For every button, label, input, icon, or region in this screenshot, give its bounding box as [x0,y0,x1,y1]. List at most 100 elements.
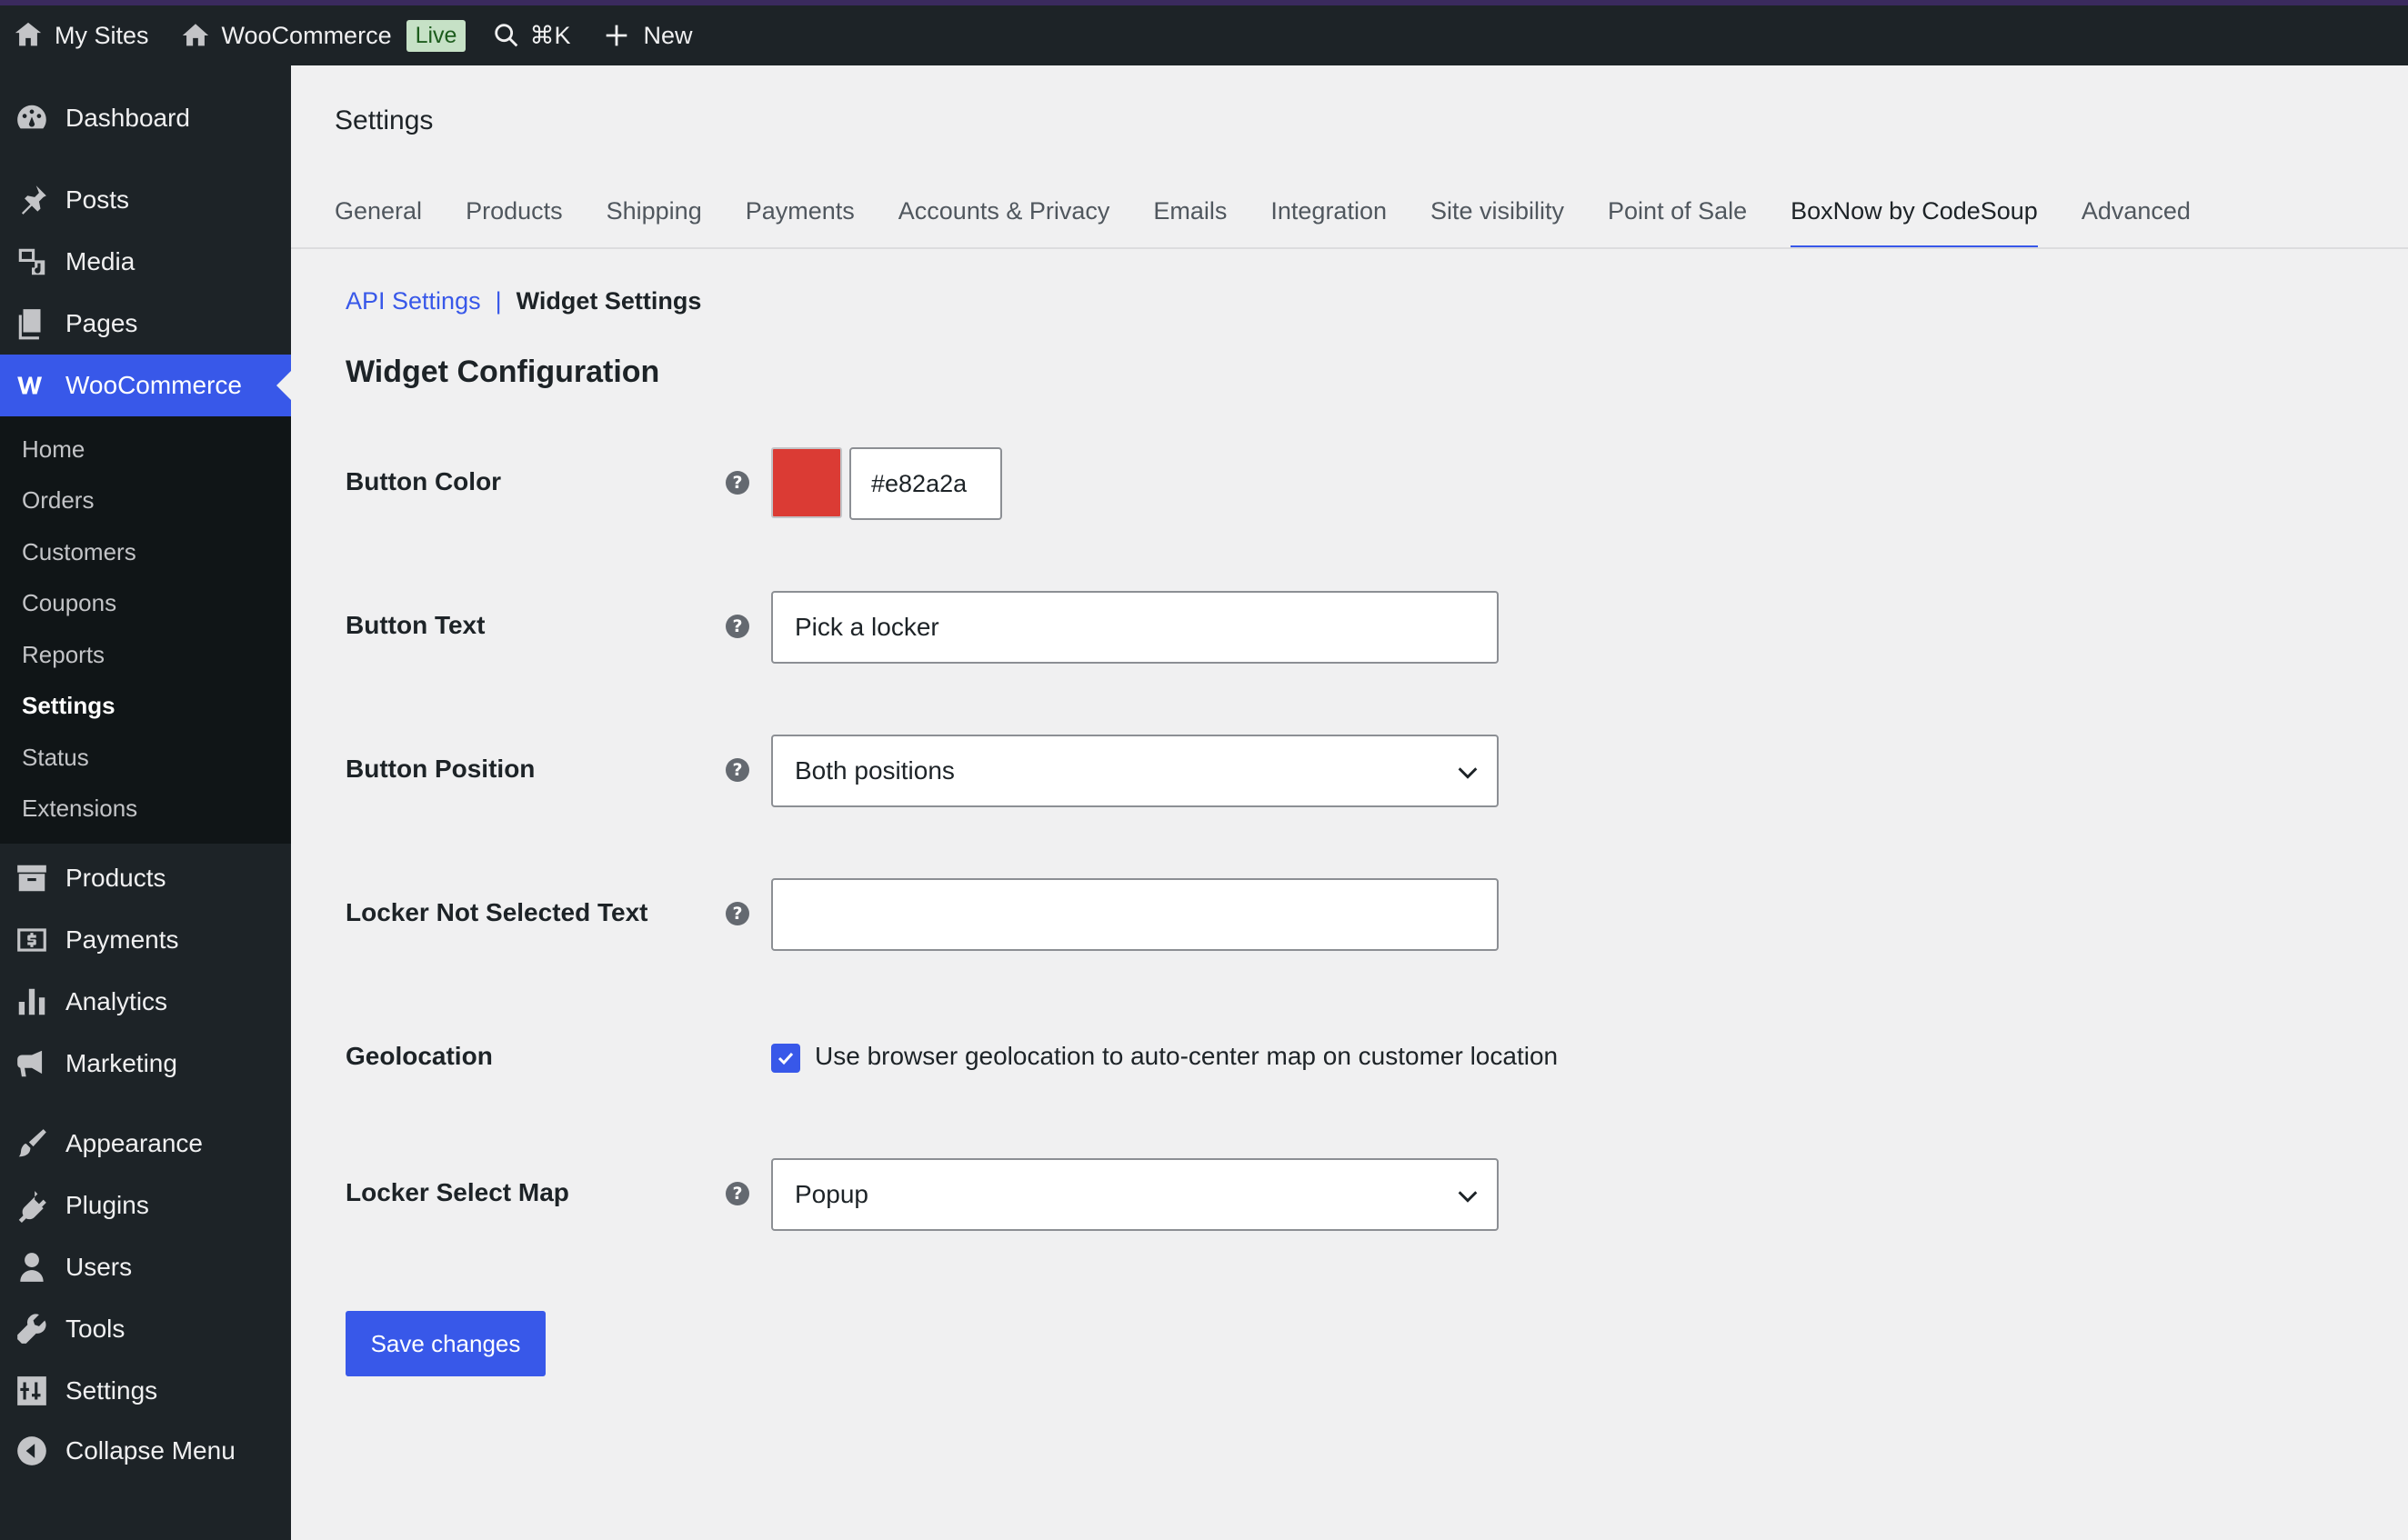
menu-users[interactable]: Users [0,1236,291,1298]
api-settings-link[interactable]: API Settings [346,287,481,315]
locker-select-map-label: Locker Select Map [346,1178,569,1206]
locker-select-map-select[interactable]: Popup [771,1158,1499,1231]
my-sites-link[interactable]: My Sites [0,5,162,65]
chevron-down-icon [1458,1191,1478,1203]
archive-icon [17,865,46,892]
menu-label: Pages [65,309,138,337]
button-position-label: Button Position [346,755,536,783]
tab-products[interactable]: Products [466,193,563,249]
menu-tools[interactable]: Tools [0,1298,291,1360]
page-title: Settings [335,105,434,135]
submenu-settings[interactable]: Settings [0,681,291,733]
menu-label: Marketing [65,1049,177,1077]
button-text-input[interactable]: Pick a locker [771,591,1499,664]
help-icon[interactable]: ? [726,1182,749,1205]
menu-label: WooCommerce [65,371,242,399]
menu-label: Analytics [65,987,168,1015]
woo-icon [17,376,43,395]
main-content: Settings General Products Shipping Payme… [291,65,2408,1540]
bar-chart-icon [18,988,45,1015]
plug-icon [18,1191,46,1223]
plus-icon [607,25,627,46]
collapse-icon [17,1436,46,1465]
save-changes-button[interactable]: Save changes [346,1311,546,1376]
geolocation-checkbox-label[interactable]: Use browser geolocation to auto-center m… [815,1042,1558,1071]
menu-label: Media [65,247,135,275]
button-color-input[interactable]: #e82a2a [849,447,1002,520]
admin-bar: My Sites WooCommerce Live ⌘K New [0,5,2408,65]
search-icon [495,24,518,47]
menu-label: Dashboard [65,104,190,132]
menu-label: Users [65,1253,133,1281]
user-icon [20,1253,44,1282]
submenu-reports[interactable]: Reports [0,629,291,681]
site-name-link[interactable]: WooCommerce Live [162,5,479,65]
help-icon[interactable]: ? [726,902,749,925]
subsection-nav: API Settings | Widget Settings [346,287,701,315]
submenu-home[interactable]: Home [0,424,291,475]
color-swatch[interactable] [771,447,842,518]
button-color-label: Button Color [346,467,502,495]
woocommerce-submenu: Home Orders Customers Coupons Reports Se… [0,416,291,844]
admin-sidebar: Dashboard Posts Media Pages WooCommerce … [0,65,291,1540]
menu-pages[interactable]: Pages [0,293,291,355]
checkmark-icon [778,1052,794,1065]
site-name-label: WooCommerce [221,21,392,49]
menu-media[interactable]: Media [0,231,291,293]
geolocation-checkbox[interactable] [771,1044,800,1073]
megaphone-icon [17,1050,43,1077]
locker-select-map-value: Popup [795,1180,868,1208]
button-position-select[interactable]: Both positions [771,735,1499,807]
menu-label: Products [65,864,166,892]
submenu-orders[interactable]: Orders [0,475,291,527]
wrench-icon [17,1314,46,1344]
tab-emails[interactable]: Emails [1153,193,1227,249]
locker-not-selected-label: Locker Not Selected Text [346,898,648,926]
menu-posts[interactable]: Posts [0,169,291,231]
search-command[interactable]: ⌘K [478,5,583,65]
tab-shipping[interactable]: Shipping [607,193,702,249]
my-sites-icon [15,22,42,46]
help-icon[interactable]: ? [726,471,749,495]
menu-settings[interactable]: Settings [0,1360,291,1422]
tab-general[interactable]: General [335,193,422,249]
menu-woocommerce[interactable]: WooCommerce [0,355,291,416]
widget-settings-current: Widget Settings [516,287,702,315]
menu-dashboard[interactable]: Dashboard [0,87,291,149]
menu-label: Collapse Menu [65,1436,236,1465]
help-icon[interactable]: ? [726,758,749,782]
menu-marketing[interactable]: Marketing [0,1033,291,1095]
my-sites-label: My Sites [55,21,149,49]
menu-products[interactable]: Products [0,847,291,909]
tab-point-of-sale[interactable]: Point of Sale [1608,193,1747,249]
new-content-link[interactable]: New [583,5,705,65]
settings-tabs: General Products Shipping Payments Accou… [335,193,2234,249]
submenu-customers[interactable]: Customers [0,526,291,578]
pages-icon [18,309,41,340]
dollar-icon [17,928,46,952]
dashboard-icon [17,105,46,129]
button-text-label: Button Text [346,611,486,639]
menu-plugins[interactable]: Plugins [0,1175,291,1236]
submenu-coupons[interactable]: Coupons [0,578,291,630]
subnav-separator: | [495,287,502,315]
geolocation-label: Geolocation [346,1042,493,1070]
tab-boxnow[interactable]: BoxNow by CodeSoup [1791,193,2038,249]
tab-site-visibility[interactable]: Site visibility [1430,193,1564,249]
tab-accounts-privacy[interactable]: Accounts & Privacy [898,193,1110,249]
menu-collapse[interactable]: Collapse Menu [0,1422,291,1480]
tab-advanced[interactable]: Advanced [2082,193,2191,249]
menu-appearance[interactable]: Appearance [0,1113,291,1175]
pin-icon [21,185,46,215]
locker-not-selected-input[interactable] [771,878,1499,951]
tab-payments[interactable]: Payments [746,193,855,249]
menu-analytics[interactable]: Analytics [0,971,291,1033]
menu-label: Appearance [65,1129,204,1157]
help-icon[interactable]: ? [726,615,749,638]
menu-payments[interactable]: Payments [0,909,291,971]
button-position-value: Both positions [795,756,955,785]
tab-integration[interactable]: Integration [1270,193,1387,249]
submenu-extensions[interactable]: Extensions [0,784,291,835]
search-shortcut: ⌘K [529,21,571,49]
submenu-status[interactable]: Status [0,732,291,784]
